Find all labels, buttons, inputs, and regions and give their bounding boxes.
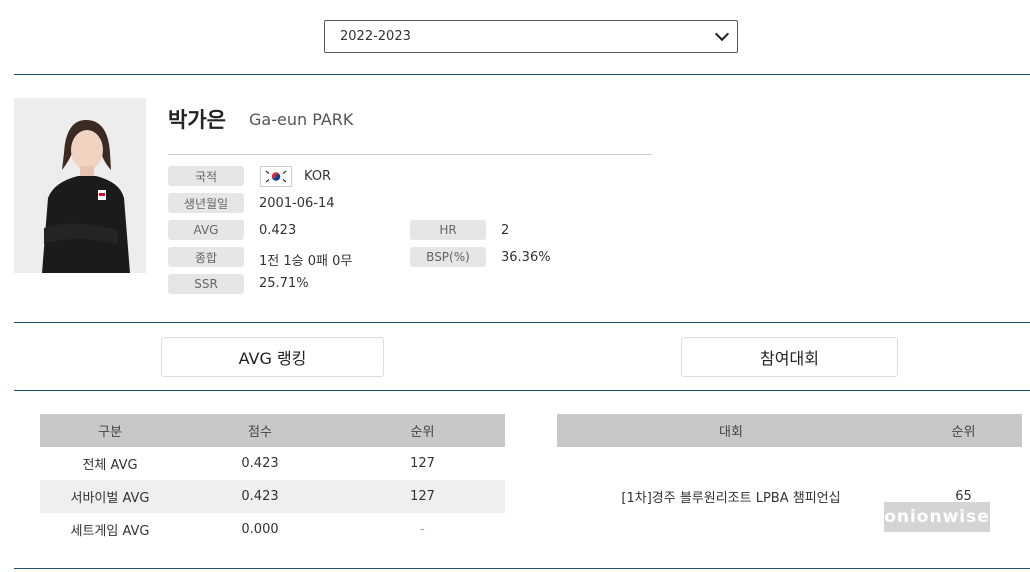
ssr-value: 25.71% [259,276,309,291]
bsp-label: BSP(%) [410,247,486,267]
player-name-korean: 박가은 [168,108,226,132]
column-header: 점수 [248,425,272,440]
divider [14,390,1030,391]
table-header: 대회 순위 [557,414,1022,447]
table-cell: 127 [410,489,435,504]
tab-tournaments[interactable]: 참여대회 [681,337,898,377]
column-header: 구분 [98,425,122,440]
chevron-down-icon [714,26,730,42]
watermark-logo: onionwise [884,502,990,532]
divider [14,322,1030,323]
table-cell: 0.423 [241,456,279,471]
table-cell: - [420,522,425,537]
overall-label: 종합 [168,247,244,267]
nationality-value: KOR [304,169,332,184]
bsp-value: 36.36% [501,250,551,265]
season-select[interactable]: 2022-2023 [324,20,738,53]
table-cell: 전체 AVG [82,458,138,473]
player-photo [14,98,146,273]
avg-value: 0.423 [259,223,297,238]
overall-value: 1전 1승 0패 0무 [259,254,353,269]
hr-value: 2 [501,223,510,238]
tournament-name[interactable]: [1차]경주 블루원리조트 LPBA 챔피언십 [557,480,905,513]
table-row: 서바이벌 AVG 0.423 127 [40,480,505,513]
column-header: 대회 [719,425,743,440]
player-photo-image [14,98,146,273]
tab-avg-ranking[interactable]: AVG 랭킹 [161,337,384,377]
table-row: 세트게임 AVG 0.000 - [40,513,505,546]
table-header: 구분 점수 순위 [40,414,505,447]
avg-ranking-table: 구분 점수 순위 전체 AVG 0.423 127 서바이벌 AVG 0.423… [40,414,505,546]
nationality-label: 국적 [168,166,244,186]
divider [14,568,1030,569]
season-select-value: 2022-2023 [340,29,411,44]
table-cell: 서바이벌 AVG [70,491,150,506]
avg-label: AVG [168,220,244,240]
table-row: 전체 AVG 0.423 127 [40,447,505,480]
table-cell: 0.423 [241,489,279,504]
table-cell: 127 [410,456,435,471]
table-cell: 세트게임 AVG [70,524,150,539]
column-header: 순위 [951,425,976,440]
divider [14,74,1030,75]
table-cell: 0.000 [241,522,279,537]
birth-label: 생년월일 [168,193,244,213]
hr-label: HR [410,220,486,240]
ssr-label: SSR [168,274,244,294]
player-name-english: Ga-eun PARK [249,110,354,129]
korea-flag-icon [260,166,292,187]
column-header: 순위 [410,425,435,440]
name-divider [168,154,652,155]
birth-value: 2001-06-14 [259,196,335,211]
